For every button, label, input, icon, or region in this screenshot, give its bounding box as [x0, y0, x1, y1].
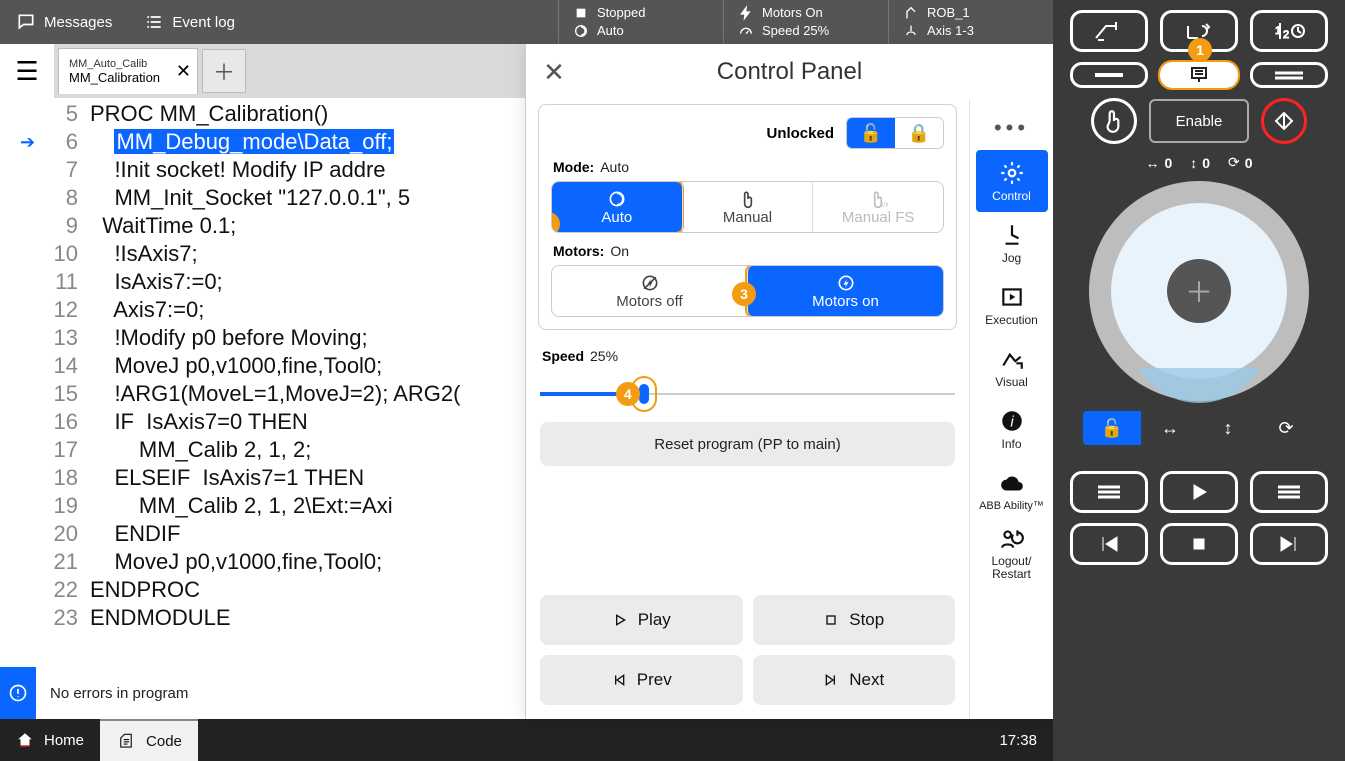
panel-title: Control Panel [582, 58, 997, 86]
hw-estop-button[interactable] [1261, 98, 1307, 144]
home-button[interactable]: Home [0, 719, 100, 761]
hw-play-button[interactable] [1160, 471, 1238, 513]
hw-tool-button[interactable] [1070, 10, 1148, 52]
mode-auto-button[interactable]: Auto 2 [552, 182, 682, 232]
tab-module: MM_Auto_Calib [69, 58, 187, 70]
visual-icon [999, 346, 1025, 372]
callout-4: 4 [616, 382, 640, 406]
messages-icon [16, 12, 36, 32]
error-icon[interactable] [0, 667, 36, 719]
prev-button[interactable]: Prev [540, 655, 743, 705]
unlocked-label: Unlocked [766, 125, 834, 142]
hw-stop-button[interactable] [1160, 523, 1238, 565]
eventlog-button[interactable]: Event log [128, 0, 251, 44]
hw-skipfwd-button[interactable] [1250, 523, 1328, 565]
hw-slim-center[interactable] [1160, 62, 1238, 88]
menu-button[interactable]: ☰ [0, 44, 54, 98]
add-tab-button[interactable]: ＋ [202, 49, 246, 93]
auto-icon [607, 189, 627, 209]
hw-menu1-button[interactable] [1070, 471, 1148, 513]
info-icon: i [999, 408, 1025, 434]
more-button[interactable]: ••• [970, 106, 1053, 150]
motors-on-icon [836, 273, 856, 293]
messages-button[interactable]: Messages [0, 0, 128, 44]
nav-info[interactable]: i Info [976, 398, 1048, 460]
tab-close-icon[interactable]: ✕ [176, 61, 191, 82]
coord-readout: ↔ 0 ↕ 0 ⟳ 0 [1145, 154, 1252, 171]
stop-icon [823, 612, 839, 628]
close-panel-button[interactable]: ✕ [526, 57, 582, 88]
cloud-icon [999, 471, 1025, 497]
mode-manualfs-button[interactable]: 100% Manual FS [812, 182, 943, 232]
nav-execution[interactable]: Execution [976, 274, 1048, 336]
speed-slider[interactable]: 4 [540, 384, 955, 406]
home-icon [16, 731, 34, 749]
jog-icon [999, 222, 1025, 248]
hw-slim-left[interactable] [1070, 62, 1148, 88]
svg-text:100%: 100% [881, 202, 889, 208]
hw-hand-button[interactable] [1091, 98, 1137, 144]
code-tab-button[interactable]: Code [100, 719, 198, 761]
tab-active[interactable]: MM_Auto_Calib MM_Calibration ✕ [58, 48, 198, 94]
toggle-x-icon[interactable]: ↔ [1141, 411, 1199, 445]
messages-label: Messages [44, 14, 112, 31]
next-button[interactable]: Next [753, 655, 956, 705]
hw-enable-button[interactable]: Enable [1149, 99, 1249, 143]
callout-2: 2 [551, 212, 560, 233]
execution-icon [999, 284, 1025, 310]
hw-step-button[interactable]: 12 [1250, 10, 1328, 52]
motors-off-icon [640, 273, 660, 293]
play-button[interactable]: Play [540, 595, 743, 645]
stop-button[interactable]: Stop [753, 595, 956, 645]
status-run: Stopped Auto [558, 0, 723, 44]
motors-on-button[interactable]: Motors on 3 [747, 266, 943, 316]
nav-jog[interactable]: Jog [976, 212, 1048, 274]
hw-skipback-button[interactable] [1070, 523, 1148, 565]
bottom-bar: Home Code 17:38 [0, 719, 1053, 761]
nav-visual[interactable]: Visual [976, 336, 1048, 398]
toggle-lock-icon[interactable]: 🔓 [1083, 411, 1141, 445]
top-status-bar: Messages Event log Stopped Auto Motors O… [0, 0, 1053, 44]
toggle-y-icon[interactable]: ↕ [1199, 411, 1257, 445]
code-icon [116, 732, 136, 750]
eventlog-icon [144, 12, 164, 32]
gear-icon [999, 160, 1025, 186]
clock: 17:38 [999, 732, 1053, 749]
callout-3: 3 [732, 282, 756, 306]
panel-sidenav: ••• Control Jog Execution [969, 100, 1053, 719]
joystick[interactable]: ＋ [1089, 181, 1309, 401]
error-text: No errors in program [36, 685, 188, 702]
axis-toggle[interactable]: 🔓 ↔ ↕ ⟳ [1083, 411, 1315, 445]
lock-icon[interactable]: 🔒 [895, 118, 943, 148]
manualfs-icon: 100% [868, 189, 888, 209]
toggle-r-icon[interactable]: ⟳ [1257, 411, 1315, 445]
nav-ability[interactable]: ABB Ability™ [976, 460, 1048, 522]
logout-icon [999, 526, 1025, 552]
status-motors: Motors On Speed 25% [723, 0, 888, 44]
play-icon [612, 612, 628, 628]
prev-icon [611, 672, 627, 688]
manual-icon [738, 189, 758, 209]
motors-off-button[interactable]: Motors off [552, 266, 747, 316]
hw-menu2-button[interactable] [1250, 471, 1328, 513]
reset-program-button[interactable]: Reset program (PP to main) [540, 422, 955, 466]
status-robot: ROB_1 Axis 1-3 [888, 0, 1053, 44]
mode-manual-button[interactable]: Manual [682, 182, 813, 232]
svg-text:2: 2 [1283, 29, 1289, 41]
teach-pendant-panel: 12 1 Enable ↔ 0 ↕ 0 ⟳ 0 ＋ 🔓 [1053, 0, 1345, 761]
callout-1: 1 [1188, 38, 1212, 62]
joystick-hub-icon: ＋ [1167, 259, 1231, 323]
hw-slim-right[interactable] [1250, 62, 1328, 88]
eventlog-label: Event log [172, 14, 235, 31]
next-icon [823, 672, 839, 688]
nav-logout[interactable]: Logout/ Restart [976, 522, 1048, 584]
nav-control[interactable]: Control [976, 150, 1048, 212]
tab-routine: MM_Calibration [69, 70, 187, 85]
unlock-icon[interactable]: 🔓 [847, 118, 895, 148]
lock-toggle[interactable]: 🔓 🔒 [846, 117, 944, 149]
control-panel: ✕ Control Panel Unlocked 🔓 🔒 Mode:Auto [525, 44, 1053, 719]
